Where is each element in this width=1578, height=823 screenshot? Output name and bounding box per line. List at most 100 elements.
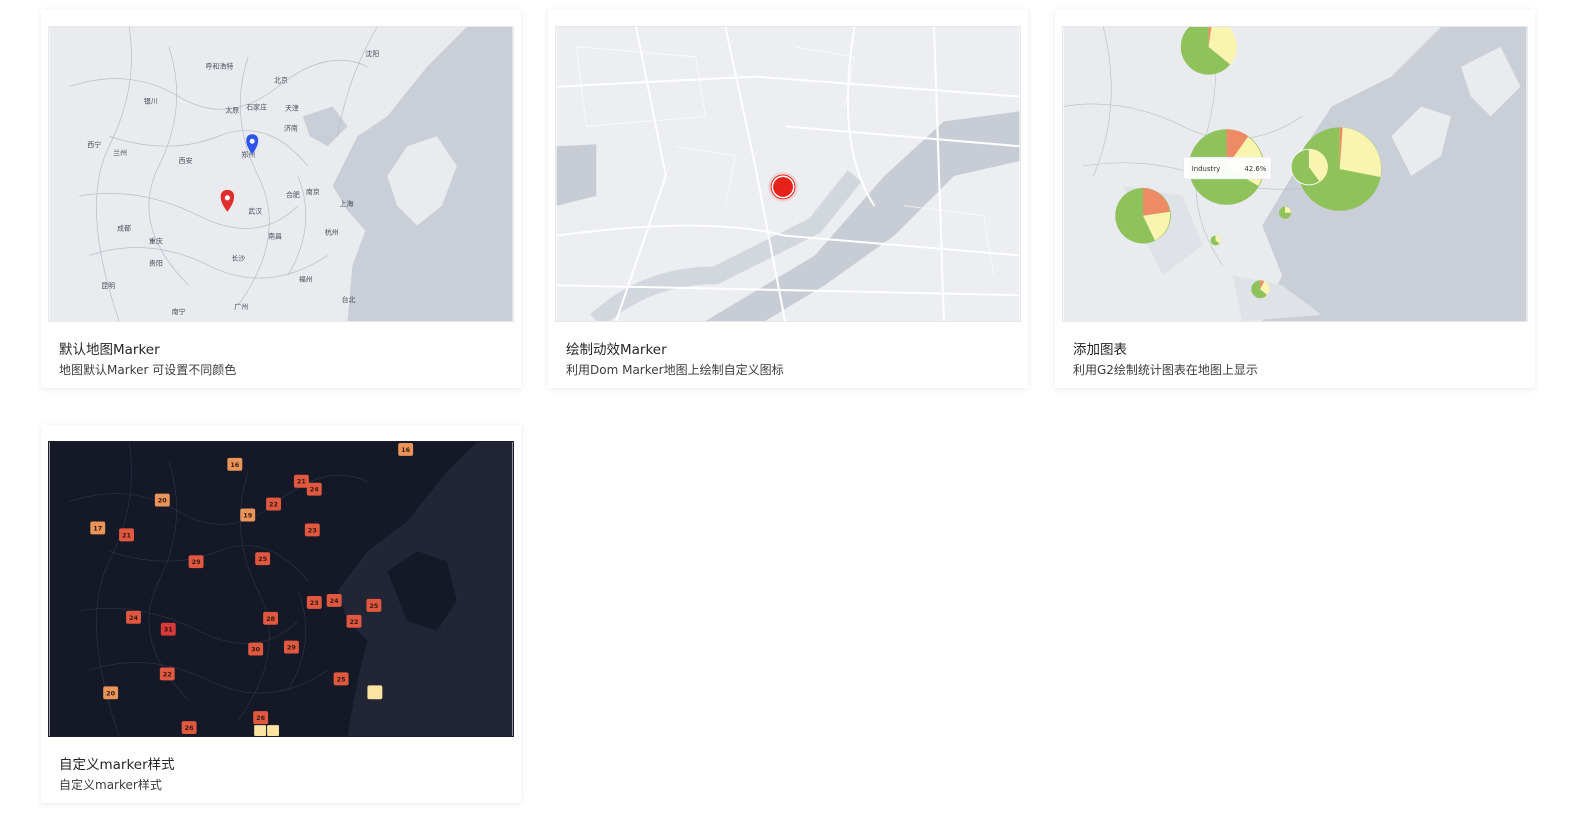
card-title[interactable]: 自定义marker样式 [59,753,175,773]
city-label: 武汉 [248,207,262,216]
value-marker: 25 [255,552,271,566]
marker-value: 26 [256,714,265,722]
card-title[interactable]: 默认地图Marker [59,338,160,358]
city-label: 台北 [342,295,356,304]
city-label: 太原 [225,105,239,114]
city-label: 济南 [284,123,298,132]
value-marker: 17 [90,521,106,535]
city-label: 南昌 [268,232,282,241]
pulsing-marker-icon [768,172,798,202]
asia-map-light: Industry 42.6% [1063,27,1527,321]
value-marker: 22 [159,667,175,681]
value-marker: 28 [263,611,279,625]
marker-value: 24 [129,614,138,622]
blank-marker [254,725,267,736]
city-label: 石家庄 [246,102,267,111]
custom-marker-map-thumbnail: 16 16 20 21 24 22 19 17 21 23 29 25 24 2… [48,441,514,737]
tooltip-label: Industry [1192,165,1221,173]
city-label: 沈阳 [365,49,379,58]
china-map-light: 呼和浩特 沈阳 北京 银川 太原 石家庄 天津 济南 西宁 兰州 郑州 西安 合… [49,27,513,321]
value-marker: 19 [240,508,256,522]
city-label: 兰州 [113,148,127,157]
city-label: 呼和浩特 [206,62,234,71]
city-label: 银川 [144,96,158,105]
marker-value: 21 [122,531,131,539]
city-label: 西安 [179,156,193,165]
card-description: 自定义marker样式 [59,778,162,792]
marker-value: 22 [269,501,278,509]
city-label: 成都 [117,224,131,233]
pie-chart-marker [1115,187,1171,244]
city-label: 杭州 [325,228,339,237]
marker-value: 23 [308,526,317,534]
chart-marker-map-thumbnail: Industry 42.6% [1062,26,1528,322]
default-marker-map-thumbnail: 呼和浩特 沈阳 北京 银川 太原 石家庄 天津 济南 西宁 兰州 郑州 西安 合… [48,26,514,322]
value-marker: 25 [366,598,382,612]
city-label: 上海 [340,199,354,208]
marker-value: 17 [93,524,102,532]
china-map-dark: 16 16 20 21 24 22 19 17 21 23 29 25 24 2… [49,442,513,736]
card-custom-marker-style[interactable]: 16 16 20 21 24 22 19 17 21 23 29 25 24 2… [41,425,521,803]
marker-value: 29 [287,644,296,652]
marker-value: 20 [158,497,167,505]
marker-value: 20 [106,689,115,697]
value-marker: 23 [304,523,320,537]
animated-marker-map-thumbnail [555,26,1021,322]
city-label: 南京 [306,187,320,196]
card-chart-marker[interactable]: Industry 42.6% 添加图表 利用G2绘制统计图表在地图上显示 [1055,10,1535,388]
city-map-light [556,27,1020,321]
blank-marker [267,725,280,736]
pie-chart-marker [1290,148,1328,186]
card-title[interactable]: 绘制动效Marker [566,338,667,358]
city-label: 西宁 [87,140,101,149]
value-marker: 16 [398,442,414,456]
city-label: 昆明 [101,282,115,290]
city-label: 北京 [274,76,288,85]
value-marker: 30 [248,642,264,656]
marker-value: 21 [297,478,306,486]
card-description: 利用Dom Marker地图上绘制自定义图标 [566,363,784,377]
tooltip-value: 42.6% [1244,165,1266,173]
city-label: 福州 [299,274,313,283]
chart-tooltip: Industry 42.6% [1183,156,1272,180]
value-marker: 25 [333,672,349,686]
card-title[interactable]: 添加图表 [1073,338,1127,358]
value-marker: 26 [253,711,269,725]
marker-value: 30 [251,646,260,654]
value-marker: 21 [293,474,309,488]
value-marker: 29 [283,640,299,654]
marker-value: 31 [164,626,173,634]
city-label: 天津 [285,104,299,112]
city-label: 长沙 [231,253,245,262]
value-marker: 24 [126,610,141,624]
value-marker: 20 [103,686,119,700]
marker-value: 16 [230,461,239,469]
blank-marker [367,685,383,700]
value-marker: 31 [160,622,176,636]
marker-value: 22 [163,670,172,678]
value-marker: 21 [119,528,134,542]
marker-value: 22 [350,618,359,626]
city-label: 重庆 [149,237,163,246]
card-default-marker[interactable]: 呼和浩特 沈阳 北京 银川 太原 石家庄 天津 济南 西宁 兰州 郑州 西安 合… [41,10,521,388]
value-marker: 24 [306,482,322,496]
marker-value: 25 [258,555,267,563]
marker-value: 24 [310,486,319,494]
pie-chart-marker [1210,235,1221,246]
card-description: 地图默认Marker 可设置不同颜色 [59,363,237,377]
marker-value: 25 [337,675,346,683]
marker-value: 19 [243,511,252,519]
value-marker: 29 [188,555,204,569]
card-animated-marker[interactable]: 绘制动效Marker 利用Dom Marker地图上绘制自定义图标 [548,10,1028,388]
value-marker: 23 [306,595,322,609]
city-label: 合肥 [286,190,300,199]
value-marker: 22 [346,614,362,628]
value-marker: 16 [227,457,243,471]
marker-value: 29 [192,558,201,566]
value-marker: 22 [266,497,281,511]
marker-value: 16 [401,446,410,454]
value-marker: 26 [181,721,197,735]
city-label: 广州 [234,302,248,311]
value-marker: 24 [326,593,342,607]
pie-chart-marker [1279,206,1292,219]
